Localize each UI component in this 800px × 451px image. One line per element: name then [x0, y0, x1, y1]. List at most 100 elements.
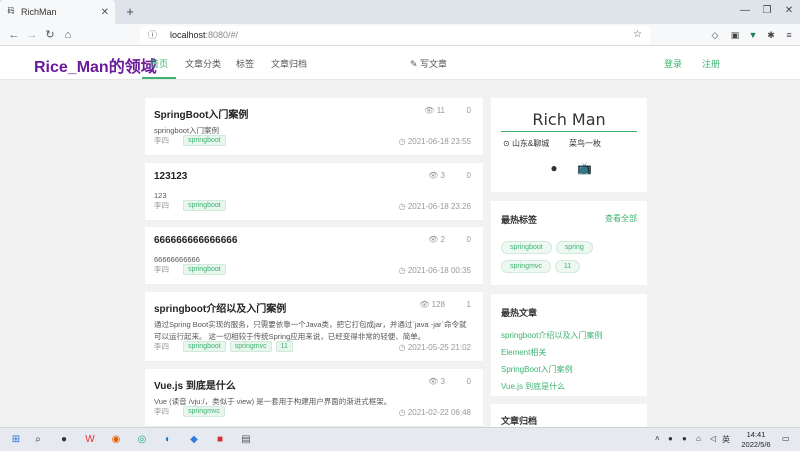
nav-tags[interactable]: 标签 — [236, 57, 254, 70]
hot-article-link[interactable]: SpringBoot入门案例 — [501, 364, 602, 375]
article-meta: 李四 springboot springmvc 11 — [154, 341, 297, 352]
firefox-icon[interactable]: ◉ — [108, 432, 124, 448]
view-all-link[interactable]: 查看全部 — [605, 213, 637, 224]
hot-articles-card: 最热文章 springboot介绍以及入门案例 Element相关 Spring… — [491, 294, 647, 396]
nav-archive[interactable]: 文章归档 — [271, 57, 307, 70]
terminal-icon[interactable]: ▤ — [238, 432, 254, 448]
login-link[interactable]: 登录 — [664, 57, 682, 70]
nav-home[interactable]: 首页 — [141, 57, 177, 79]
bookmark-star-icon[interactable]: ☆ — [633, 26, 642, 44]
browser-tab[interactable]: 码 RichMan ✕ — [0, 0, 115, 24]
reload-icon[interactable]: ↻ — [42, 27, 58, 43]
network-icon[interactable]: ⌂ — [696, 434, 701, 443]
address-bar[interactable]: ⓘ localhost:8080/#/ ☆ — [140, 26, 650, 44]
hot-tag[interactable]: springboot — [501, 241, 552, 254]
profile-location: ⊙ 山东&聊城 — [503, 138, 549, 149]
search-icon[interactable]: ⌕ — [30, 432, 46, 448]
tray-app-icon[interactable]: ● — [682, 434, 687, 443]
eye-icon: 👁 — [419, 300, 432, 309]
forward-icon[interactable]: → — [24, 27, 40, 43]
location-text: 山东&聊城 — [511, 139, 550, 148]
article-title[interactable]: SpringBoot入门案例 — [154, 106, 248, 121]
article-tag[interactable]: springboot — [183, 135, 226, 146]
article-card[interactable]: 666666666666666 👁 2 0 66666666666 李四 spr… — [145, 227, 483, 285]
chrome-icon[interactable]: ◎ — [134, 432, 150, 448]
site-info-icon[interactable]: ⓘ — [148, 26, 157, 44]
home-icon[interactable]: ⌂ — [60, 27, 76, 43]
hot-article-link[interactable]: springboot介绍以及入门案例 — [501, 330, 602, 341]
view-count-value: 2 — [440, 235, 445, 244]
article-tag[interactable]: 11 — [275, 341, 293, 352]
tray-app-icon[interactable]: ● — [668, 434, 673, 443]
hot-articles-title: 最热文章 — [501, 308, 538, 318]
article-title[interactable]: Vue.js 到底是什么 — [154, 377, 236, 392]
eye-icon: 👁 — [428, 235, 441, 244]
hot-tag[interactable]: springmvc — [501, 260, 551, 273]
hot-tag[interactable]: 11 — [554, 260, 581, 273]
qq-taskbar-icon[interactable]: ● — [56, 432, 72, 448]
windows-start-icon[interactable]: ⊞ — [8, 432, 24, 448]
hot-tags-card: 最热标签 查看全部 springboot spring springmvc 11 — [491, 201, 647, 285]
close-tab-icon[interactable]: ✕ — [101, 7, 109, 18]
article-tag[interactable]: springboot — [183, 200, 226, 211]
hot-article-link[interactable]: Vue.js 到底是什么 — [501, 381, 602, 392]
article-tag[interactable]: springmvc — [183, 406, 225, 417]
article-title[interactable]: 666666666666666 — [154, 235, 237, 246]
menu-icon[interactable]: ≡ — [782, 28, 796, 42]
article-card[interactable]: Vue.js 到底是什么 👁 3 0 Vue (读音 /vjuː/，类似于 vi… — [145, 369, 483, 427]
register-link[interactable]: 注册 — [702, 57, 720, 70]
pocket-icon[interactable]: ◇ — [708, 28, 722, 42]
article-card[interactable]: SpringBoot入门案例 👁 11 0 springboot入门案例 李四 … — [145, 98, 483, 156]
nav-categories[interactable]: 文章分类 — [185, 57, 221, 70]
edge-icon[interactable]: ◐ — [160, 432, 176, 448]
eye-icon: 👁 — [428, 171, 441, 180]
archive-card: 文章归档 — [491, 404, 647, 427]
article-tag[interactable]: springboot — [183, 341, 226, 352]
tray-expand-icon[interactable]: ˄ — [655, 434, 660, 443]
url-rest: :8080/#/ — [205, 30, 239, 40]
article-card[interactable]: 123123 👁 3 0 123 李四 springboot ◷ 2021-06… — [145, 163, 483, 221]
restore-icon[interactable]: ❐ — [760, 5, 774, 16]
view-count: 👁 3 — [428, 377, 445, 386]
article-title[interactable]: springboot介绍以及入门案例 — [154, 300, 286, 315]
article-tag[interactable]: springboot — [183, 264, 226, 275]
hot-tags-list: springboot spring springmvc 11 — [501, 241, 641, 279]
comment-count: 0 — [466, 377, 471, 386]
article-meta: 李四 springmvc — [154, 406, 229, 417]
article-title[interactable]: 123123 — [154, 171, 187, 182]
qq-icon[interactable]: ● — [547, 161, 561, 175]
vue-devtools-icon[interactable]: ▼ — [746, 28, 760, 42]
idea-icon[interactable]: ■ — [212, 432, 228, 448]
favicon-icon: 码 — [7, 8, 15, 15]
clock-icon: ◷ — [398, 408, 408, 417]
notification-icon[interactable]: ▭ — [782, 434, 790, 443]
new-tab-button[interactable]: + — [122, 4, 138, 19]
profile-card: Rich Man ⊙ 山东&聊城 菜鸟一枚 ● 📺 — [491, 98, 647, 192]
write-label: 写文章 — [420, 59, 448, 69]
vscode-icon[interactable]: ◆ — [186, 432, 202, 448]
article-date: ◷ 2021-06-18 23:55 — [399, 137, 471, 146]
comment-count: 0 — [466, 106, 471, 115]
article-date-value: 2021-05-25 21:02 — [407, 343, 471, 352]
article-tag[interactable]: springmvc — [229, 341, 272, 352]
browser-tab-strip: 码 RichMan ✕ + — ❐ ✕ — [0, 0, 800, 24]
window-close-icon[interactable]: ✕ — [782, 5, 796, 16]
write-article-button[interactable]: ✎ 写文章 — [410, 57, 447, 70]
view-count-value: 3 — [440, 377, 445, 386]
hot-article-link[interactable]: Element相关 — [501, 347, 602, 358]
extensions-puzzle-icon[interactable]: ✱ — [764, 28, 778, 42]
eye-icon: 👁 — [424, 106, 437, 115]
extension-icon[interactable]: ▣ — [728, 28, 742, 42]
input-language[interactable]: 英 — [722, 434, 730, 445]
back-icon[interactable]: ← — [6, 27, 22, 43]
clock-icon: ◷ — [398, 137, 408, 146]
article-card[interactable]: springboot介绍以及入门案例 👁 128 1 通过Spring Boot… — [145, 292, 483, 362]
bilibili-icon[interactable]: 📺 — [577, 161, 592, 175]
hot-tag[interactable]: spring — [555, 241, 593, 254]
wps-icon[interactable]: W — [82, 432, 98, 448]
view-count: 👁 11 — [424, 106, 445, 115]
minimize-icon[interactable]: — — [738, 5, 752, 16]
taskbar-clock[interactable]: 14:41 2022/5/6 — [738, 430, 774, 450]
volume-icon[interactable]: ◁ — [710, 434, 716, 443]
site-logo[interactable]: Rice_Man的领域 — [34, 53, 157, 77]
